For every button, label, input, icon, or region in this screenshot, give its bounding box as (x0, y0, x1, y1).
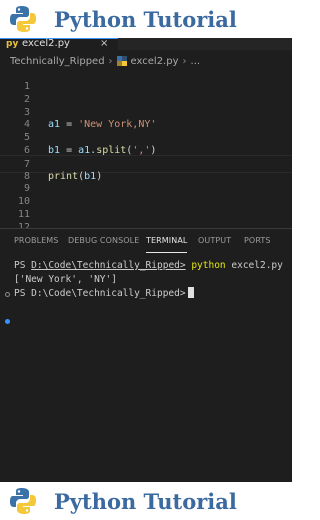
terminal-output: ['New York', 'NY'] (14, 274, 117, 285)
terminal-cursor (187, 287, 194, 298)
code-editor[interactable]: 1 2 3 4 a1 = 'New York,NY' 5 6 b1 = a1.split(',… (0, 78, 292, 233)
tab-label: excel2.py (22, 38, 70, 49)
terminal-line: PS D:\Code\Technically_Ripped> python ex… (14, 260, 283, 271)
python-logo-icon (10, 488, 36, 514)
chevron-right-icon: › (182, 55, 187, 67)
top-banner: Python Tutorial (0, 0, 292, 38)
python-file-icon: py (6, 39, 19, 49)
command-status-icon (5, 292, 10, 297)
close-icon[interactable]: × (100, 38, 108, 49)
panel-tab-ports[interactable]: PORTS (244, 229, 271, 253)
panel-tab-terminal[interactable]: TERMINAL (146, 229, 188, 253)
tab-excel2[interactable]: py excel2.py × (0, 38, 118, 50)
python-file-icon (116, 56, 127, 66)
banner-title: Python Tutorial (54, 488, 237, 514)
panel-tab-output[interactable]: OUTPUT (198, 229, 231, 253)
chevron-right-icon: › (108, 55, 113, 67)
breadcrumb-folder[interactable]: Technically_Ripped (10, 56, 105, 67)
breadcrumb-more[interactable]: ... (191, 56, 201, 67)
terminal-prompt: PS D:\Code\Technically_Ripped> (14, 287, 194, 301)
panel-tab-debug-console[interactable]: DEBUG CONSOLE (68, 229, 139, 253)
bottom-banner: Python Tutorial (0, 482, 292, 520)
python-logo-icon (10, 6, 36, 32)
bottom-panel: PROBLEMS DEBUG CONSOLE TERMINAL OUTPUT PORTS… (0, 228, 292, 482)
tab-bar: py excel2.py × (0, 38, 292, 50)
banner-title: Python Tutorial (54, 6, 237, 32)
command-decoration-icon (5, 319, 10, 324)
panel-tabs: PROBLEMS DEBUG CONSOLE TERMINAL OUTPUT PORTS (0, 229, 292, 253)
breadcrumb-file[interactable]: excel2.py (131, 56, 179, 67)
panel-tab-problems[interactable]: PROBLEMS (14, 229, 58, 253)
breadcrumb: Technically_Ripped › excel2.py › ... (0, 50, 292, 72)
editor-window: py excel2.py × Technically_Ripped › exce… (0, 38, 292, 482)
